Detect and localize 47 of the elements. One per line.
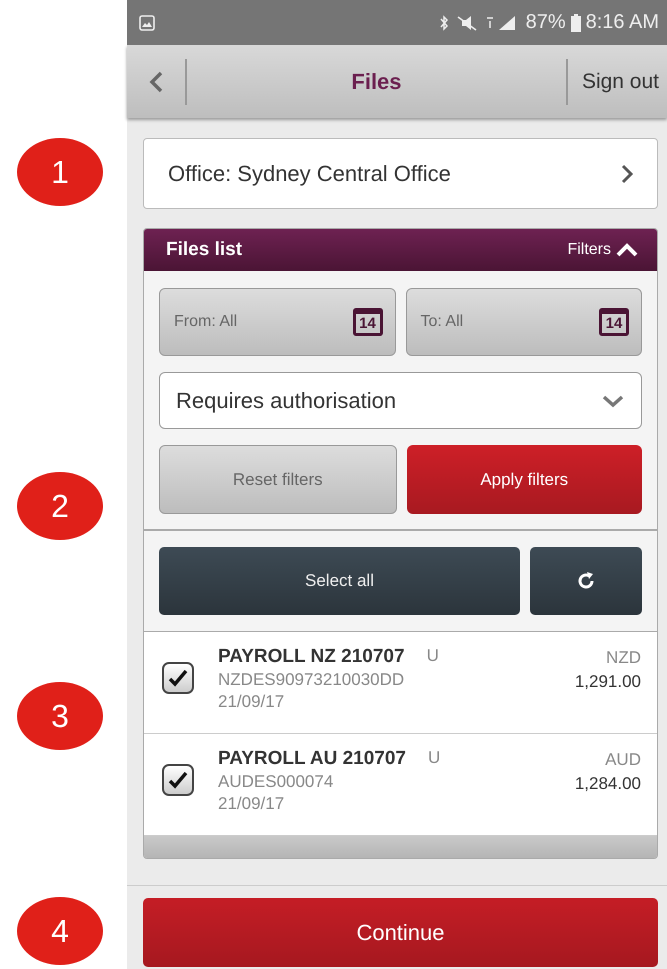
file-row[interactable]: PAYROLL NZ 210707 U NZDES90973210030DD 21/09/17 NZD 1,291.00 [144, 632, 657, 734]
file-reference: AUDES000074 [218, 772, 334, 792]
checkmark-icon [168, 771, 188, 789]
office-selector[interactable]: Office: Sydney Central Office [143, 138, 658, 209]
chevron-left-icon [149, 70, 163, 94]
chevron-right-icon [621, 164, 633, 184]
continue-button[interactable]: Continue [143, 898, 658, 967]
calendar-icon: 14 [352, 308, 382, 336]
file-date: 21/09/17 [218, 692, 286, 712]
file-amount: 1,291.00 [574, 672, 641, 692]
chevron-down-icon [601, 394, 625, 408]
office-label: Office: Sydney Central Office [168, 160, 451, 186]
file-date: 21/09/17 [218, 794, 286, 814]
status-letter: U [426, 646, 439, 667]
select-all-button[interactable]: Select all [159, 547, 520, 615]
page-title: Files [350, 68, 403, 94]
callout-marker: 2 [17, 472, 103, 540]
battery-icon [570, 14, 581, 32]
status-dropdown[interactable]: Requires authorisation [159, 372, 642, 429]
status-letter: U [428, 748, 440, 769]
apply-filters-button[interactable]: Apply filters [406, 445, 642, 514]
sign-out-button[interactable]: Sign out [566, 58, 667, 104]
chevron-up-icon [615, 243, 639, 257]
callout-marker: 1 [17, 138, 103, 206]
callout-marker: 4 [17, 897, 103, 965]
file-name: PAYROLL AU 210707 [218, 748, 406, 770]
calendar-icon: 14 [599, 308, 629, 336]
file-row[interactable]: PAYROLL AU 210707 U AUDES000074 21/09/17 AUD 1,284.00 [144, 734, 657, 836]
panel-title: Files list [166, 239, 242, 261]
date-field[interactable]: To: All 14 [406, 288, 642, 356]
reset-filters-button[interactable]: Reset filters [159, 445, 396, 514]
battery-percent: 87% [526, 11, 566, 34]
bluetooth-icon [438, 14, 449, 30]
currency-code: NZD [606, 648, 641, 668]
file-reference: NZDES90973210030DD [218, 670, 406, 690]
clock-time: 8:16 AM [586, 11, 659, 34]
callout-marker: 3 [17, 682, 103, 750]
refresh-icon [576, 571, 596, 591]
image-icon [139, 14, 155, 30]
file-amount: 1,284.00 [574, 774, 641, 794]
file-name: PAYROLL NZ 210707 [218, 646, 405, 668]
date-field[interactable]: From: All 14 [159, 288, 396, 356]
checkmark-icon [168, 669, 188, 687]
currency-code: AUD [605, 750, 641, 770]
checkbox[interactable] [162, 662, 194, 694]
checkbox[interactable] [162, 764, 194, 796]
filters-toggle[interactable]: Filters [561, 240, 645, 260]
